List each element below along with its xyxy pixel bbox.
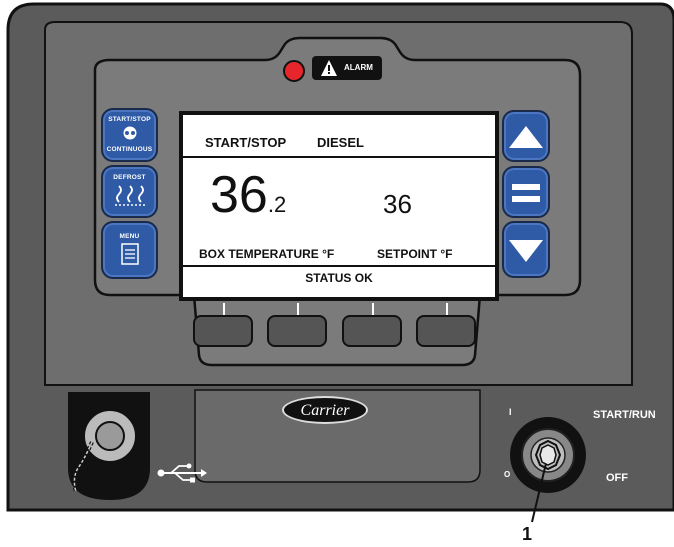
lcd-divider-top xyxy=(183,156,495,158)
start-stop-label: START/STOP xyxy=(108,116,151,123)
fuel-label: DIESEL xyxy=(317,135,364,150)
up-arrow-icon xyxy=(509,126,543,148)
mode-label: START/STOP xyxy=(205,135,287,150)
defrost-label: DEFROST xyxy=(113,174,146,181)
menu-button[interactable]: MENU xyxy=(101,221,158,279)
lcd-display: START/STOP DIESEL 36.2 36 BOX TEMPERATUR… xyxy=(179,111,499,301)
lcd-divider-bottom xyxy=(183,265,495,267)
menu-icon xyxy=(120,243,139,265)
box-temperature-decimal: .2 xyxy=(267,192,287,217)
down-button[interactable] xyxy=(502,221,550,278)
box-temperature-whole: 36 xyxy=(210,166,268,224)
soft-key-3-tick xyxy=(372,303,374,315)
box-temperature-value: 36.2 xyxy=(210,169,286,231)
up-button[interactable] xyxy=(502,110,550,162)
defrost-button[interactable]: DEFROST xyxy=(101,165,158,218)
key-switch[interactable] xyxy=(526,433,570,477)
setpoint-label: SETPOINT °F xyxy=(377,247,453,261)
start-run-label: START/RUN xyxy=(593,409,656,421)
equals-icon xyxy=(512,184,540,202)
enter-button[interactable] xyxy=(502,166,550,218)
soft-key-4[interactable] xyxy=(416,315,476,347)
brand-label: Carrier xyxy=(300,402,350,419)
soft-key-2-tick xyxy=(297,303,299,315)
off-label: OFF xyxy=(606,472,628,484)
carrier-logo: Carrier xyxy=(282,396,368,424)
usb-cap-icon xyxy=(72,441,94,493)
status-text: STATUS OK xyxy=(305,271,373,285)
setpoint-value: 36 xyxy=(383,189,412,219)
start-stop-continuous-button[interactable]: START/STOP CONTINUOUS xyxy=(101,108,158,162)
menu-label: MENU xyxy=(119,233,140,240)
alarm-indicator: ALARM xyxy=(312,56,382,80)
key-switch-icon xyxy=(534,439,562,471)
soft-key-4-tick xyxy=(446,303,448,315)
warning-icon xyxy=(321,60,337,76)
switch-on-mark: I xyxy=(509,407,512,417)
start-stop-icon xyxy=(123,126,136,140)
alarm-label: ALARM xyxy=(344,63,373,72)
switch-off-mark: O xyxy=(504,470,511,479)
alarm-led xyxy=(283,60,305,82)
soft-key-1[interactable] xyxy=(193,315,253,347)
defrost-icon xyxy=(114,185,145,206)
soft-key-2[interactable] xyxy=(267,315,327,347)
soft-key-3[interactable] xyxy=(342,315,402,347)
box-temperature-label: BOX TEMPERATURE °F xyxy=(199,247,335,261)
continuous-label: CONTINUOUS xyxy=(106,146,153,153)
soft-key-1-tick xyxy=(223,303,225,315)
usb-icon xyxy=(157,463,207,483)
down-arrow-icon xyxy=(509,240,543,262)
callout-number: 1 xyxy=(522,524,533,544)
